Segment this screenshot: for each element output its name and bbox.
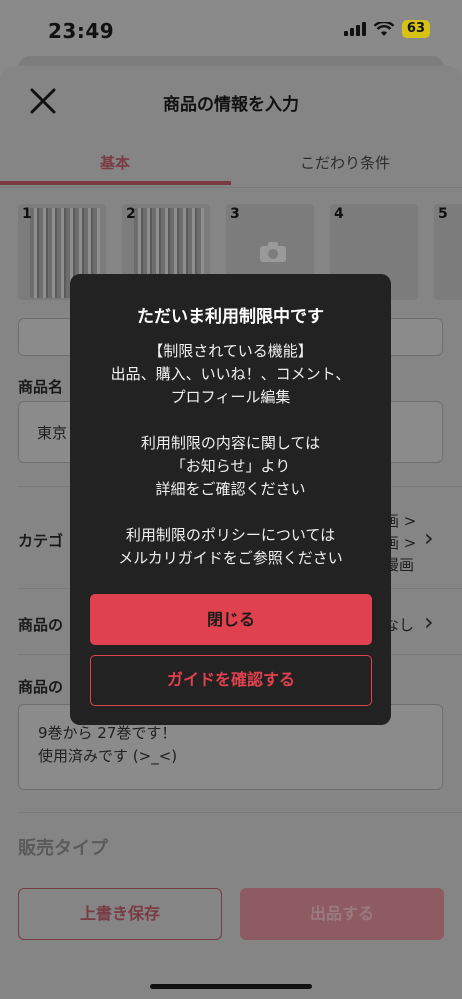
close-button[interactable]: 閉じる <box>90 594 372 645</box>
dialog-text: プロフィール編集 <box>170 388 291 406</box>
wifi-icon <box>373 21 394 36</box>
status-time: 23:49 <box>48 19 115 43</box>
tab-basic[interactable]: 基本 <box>100 152 130 173</box>
save-button[interactable]: 上書き保存 <box>18 888 222 940</box>
photo-number: 2 <box>126 206 136 222</box>
photo-number: 4 <box>334 206 344 222</box>
sheet-header: 商品の情報を入力 <box>0 66 462 136</box>
product-name-label: 商品名 <box>18 378 64 396</box>
photo-slot-5[interactable]: 5 <box>434 204 462 300</box>
description-line: 9巻から 27巻です！ <box>38 724 177 742</box>
chevron-right-icon[interactable]: › <box>424 524 434 552</box>
dialog-title: ただいま利用制限中です <box>137 307 324 327</box>
description-text: 9巻から 27巻です！ 使用済みです (>_<) <box>38 722 177 768</box>
status-bar: 23:49 63 <box>0 0 462 58</box>
dialog-text: 詳細をご確認ください <box>155 480 306 498</box>
sale-type-label: 販売タイプ <box>18 838 108 859</box>
chevron-right-icon[interactable]: › <box>424 608 434 636</box>
tab-conditions[interactable]: こだわり条件 <box>300 152 390 173</box>
dialog-text: 出品、購入、いいね！、コメント、 <box>110 365 351 383</box>
product-name-value: 東京 <box>37 424 68 442</box>
camera-icon <box>260 242 286 262</box>
view-guide-button[interactable]: ガイドを確認する <box>90 655 372 706</box>
dialog-text: 「お知らせ」より <box>170 457 291 475</box>
dialog-text: 利用制限の内容に関しては <box>140 434 321 452</box>
photo-number: 3 <box>230 206 240 222</box>
category-label: カテゴ <box>18 532 64 550</box>
dialog-text: 利用制限のポリシーについては <box>125 526 336 544</box>
description-line: 使用済みです (>_<) <box>38 747 178 765</box>
dialog-text: メルカリガイドをご参照ください <box>118 549 343 567</box>
photo-number: 5 <box>438 206 448 222</box>
description-label: 商品の <box>18 678 64 696</box>
condition-label: 商品の <box>18 616 64 634</box>
home-indicator <box>150 984 312 989</box>
signal-icon <box>343 22 366 36</box>
active-tab-indicator <box>0 181 231 185</box>
status-icons: 63 <box>343 20 430 38</box>
restriction-dialog: ただいま利用制限中です 【制限されている機能】 出品、購入、いいね！、コメント、… <box>70 274 391 725</box>
list-item-button[interactable]: 出品する <box>240 888 444 940</box>
photo-number: 1 <box>22 206 32 222</box>
divider <box>18 812 462 813</box>
page-title: 商品の情報を入力 <box>163 95 299 115</box>
dialog-message: 【制限されている機能】 出品、購入、いいね！、コメント、 プロフィール編集 利用… <box>70 340 391 570</box>
battery-indicator: 63 <box>401 20 430 38</box>
dialog-text: 【制限されている機能】 <box>148 342 313 360</box>
